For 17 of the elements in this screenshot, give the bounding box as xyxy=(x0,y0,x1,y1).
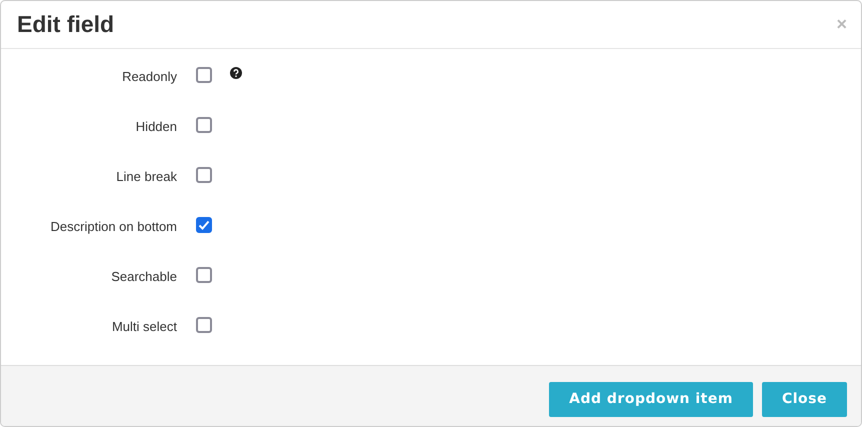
checkbox[interactable] xyxy=(196,317,212,333)
checkbox[interactable] xyxy=(196,267,212,283)
dialog-title: Edit field xyxy=(17,11,114,38)
checkbox[interactable] xyxy=(196,67,212,83)
dialog-button[interactable]: Close xyxy=(762,382,847,416)
checkbox[interactable] xyxy=(196,167,212,183)
close-button[interactable]: × xyxy=(836,14,847,35)
option-label: Hidden xyxy=(134,118,177,134)
option-label: Line break xyxy=(115,168,177,184)
option-label: Searchable xyxy=(110,268,177,284)
option-label: Description on bottom xyxy=(50,218,177,234)
option-label: Multi select xyxy=(110,318,177,334)
option-label: Readonly xyxy=(121,68,177,84)
checkbox[interactable] xyxy=(196,217,212,233)
checkbox[interactable] xyxy=(196,117,212,133)
help-icon[interactable] xyxy=(230,67,242,79)
dialog-button[interactable]: Add dropdown item xyxy=(549,382,753,416)
